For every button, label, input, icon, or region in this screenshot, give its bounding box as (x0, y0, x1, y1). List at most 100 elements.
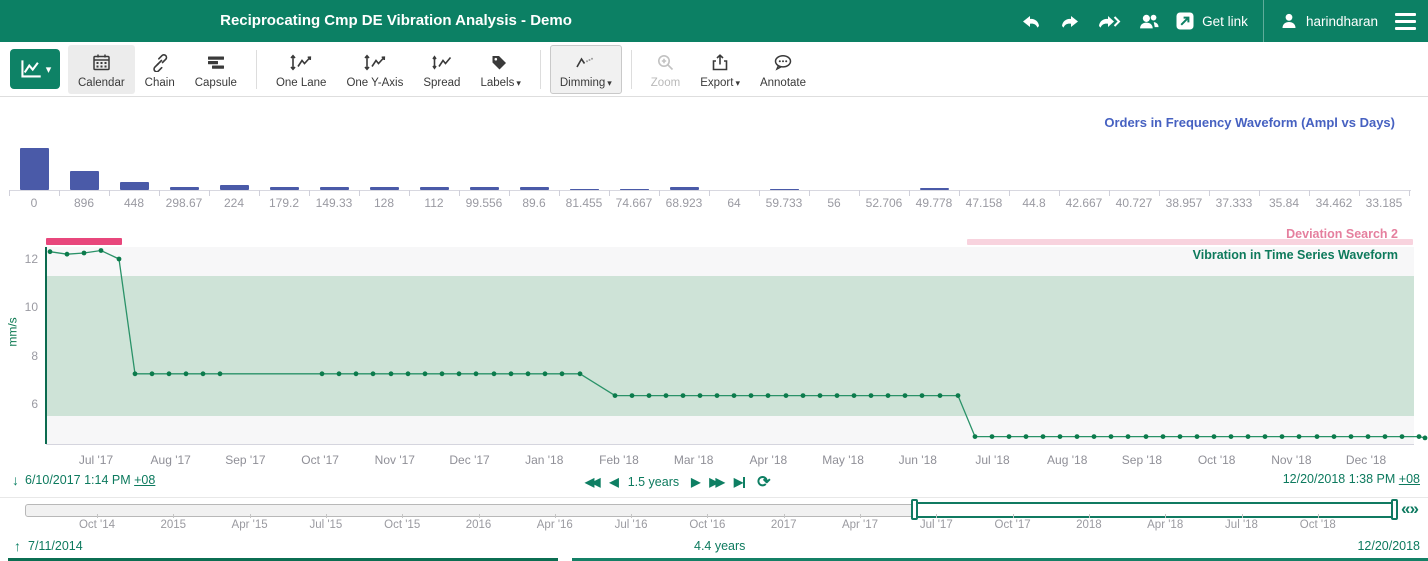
timebar-tick-label: Apr '17 (825, 519, 895, 531)
chain-button[interactable]: Chain (135, 45, 185, 94)
step-back-full-icon[interactable]: ◀◀ (585, 475, 597, 489)
export-button[interactable]: Export▾ (690, 45, 750, 94)
frequency-tick-label: 179.2 (259, 196, 309, 210)
frequency-bar[interactable] (520, 187, 549, 190)
user-menu[interactable]: harindharan (1279, 11, 1378, 31)
timebar-tick-label: Jul '16 (596, 519, 666, 531)
step-to-end-icon[interactable]: ▶ (734, 475, 745, 489)
deviation-capsule[interactable] (967, 239, 1413, 245)
dimming-button[interactable]: Dimming▾ (550, 45, 622, 94)
frequency-bar[interactable] (370, 187, 399, 190)
timebar-tick-label: Oct '18 (1283, 519, 1353, 531)
one-lane-button[interactable]: One Lane (266, 45, 337, 94)
frequency-bar[interactable] (220, 185, 249, 190)
timezone-link[interactable]: +08 (134, 473, 155, 487)
investigate-range-duration: 4.4 years (694, 539, 745, 553)
timebar-tick-label: 2017 (749, 519, 819, 531)
y-tick-label: 6 (0, 397, 38, 411)
one-y-axis-button[interactable]: One Y-Axis (336, 45, 413, 94)
annotate-button[interactable]: Annotate (750, 45, 816, 94)
x-tick-label: Jun '18 (881, 453, 955, 467)
investigate-range-start[interactable]: ↑ 7/11/2014 (14, 538, 83, 554)
selection-right-handle[interactable] (1391, 499, 1398, 520)
selection-left-handle[interactable] (911, 499, 918, 520)
timebar-tick-label: Jul '15 (291, 519, 361, 531)
labels-button[interactable]: Labels▾ (470, 45, 530, 94)
investigate-range-end[interactable]: 12/20/2018 (1357, 539, 1420, 553)
timebar-tick-label: Apr '18 (1130, 519, 1200, 531)
frequency-chart-title: Orders in Frequency Waveform (Ampl vs Da… (1104, 115, 1395, 130)
capsule-button[interactable]: Capsule (185, 45, 247, 94)
users-icon[interactable] (1136, 9, 1160, 33)
step-back-half-icon[interactable]: ◀ (609, 475, 615, 489)
timezone-link[interactable]: +08 (1399, 472, 1420, 486)
frequency-tick-label: 0 (9, 196, 59, 210)
redo-icon[interactable] (1058, 9, 1082, 33)
frequency-bar[interactable] (570, 189, 599, 190)
chevron-down-icon: ▾ (46, 63, 52, 76)
frequency-bar[interactable] (270, 187, 299, 190)
toolbar-divider (631, 50, 632, 89)
speech-bubble-icon (772, 52, 794, 72)
toolbar: ▾ Calendar Chain Capsule (0, 42, 1428, 97)
frequency-bar[interactable] (670, 187, 699, 190)
frequency-tick-label: 52.706 (859, 196, 909, 210)
expand-timebar-icon[interactable]: «» (1401, 499, 1418, 519)
frequency-bar[interactable] (920, 188, 949, 190)
time-series-title[interactable]: Vibration in Time Series Waveform (1193, 248, 1398, 262)
frequency-bar[interactable] (70, 171, 99, 190)
x-tick-label: Apr '18 (731, 453, 805, 467)
x-tick-label: Sep '18 (1105, 453, 1179, 467)
chevron-down-icon: ▾ (516, 78, 521, 89)
frequency-bar[interactable] (620, 189, 649, 190)
step-forward-half-icon[interactable]: ▶ (691, 475, 697, 489)
get-link-button[interactable]: Get link (1175, 11, 1248, 31)
timebar-tick-label: 2015 (138, 519, 208, 531)
deviation-capsule[interactable] (46, 238, 122, 245)
frequency-tick-label: 56 (809, 196, 859, 210)
header-bar: Reciprocating Cmp DE Vibration Analysis … (0, 0, 1428, 42)
frequency-bar[interactable] (470, 187, 499, 190)
down-arrow-icon: ↓ (12, 472, 19, 488)
x-tick-label: Mar '18 (657, 453, 731, 467)
frequency-bar[interactable] (20, 148, 49, 190)
frequency-bar[interactable] (420, 187, 449, 190)
frequency-bar-chart: Orders in Frequency Waveform (Ampl vs Da… (0, 97, 1428, 225)
time-series-section: Deviation Search 2 Vibration in Time Ser… (0, 225, 1428, 497)
display-range-duration[interactable]: 1.5 years (628, 475, 679, 489)
frequency-tick-label: 99.556 (459, 196, 509, 210)
y-axis-unit: mm/s (6, 317, 20, 346)
up-arrow-icon: ↑ (14, 538, 21, 554)
frequency-bar[interactable] (770, 189, 799, 190)
frequency-bar[interactable] (320, 187, 349, 190)
frequency-bar[interactable] (120, 182, 149, 190)
refresh-icon[interactable]: ⟳ (757, 472, 770, 492)
frequency-tick-label: 112 (409, 196, 459, 210)
timebar-tick-label: Apr '15 (215, 519, 285, 531)
toolbar-divider (540, 50, 541, 89)
frequency-bar[interactable] (170, 187, 199, 190)
y-tick-label: 12 (0, 252, 38, 266)
x-tick-label: Jul '18 (956, 453, 1030, 467)
timebar-tick-label: Jul '18 (1207, 519, 1277, 531)
one-lane-icon (289, 52, 313, 72)
timebar-tick-label: Oct '17 (978, 519, 1048, 531)
timebar-tick-label: Oct '16 (672, 519, 742, 531)
forward-all-icon[interactable] (1097, 9, 1121, 33)
timebar-selection[interactable] (915, 502, 1395, 518)
chain-link-icon (150, 52, 169, 72)
zoom-in-icon (656, 52, 675, 72)
x-tick-label: Jul '17 (59, 453, 133, 467)
username: harindharan (1306, 14, 1378, 29)
hamburger-menu-icon[interactable] (1393, 11, 1418, 32)
x-tick-label: Sep '17 (208, 453, 282, 467)
spread-button[interactable]: Spread (413, 45, 470, 94)
display-range-start[interactable]: ↓ 6/10/2017 1:14 PM +08 (12, 472, 155, 488)
display-range-end[interactable]: 12/20/2018 1:38 PM +08 (1283, 472, 1420, 486)
frequency-tick-label: 42.667 (1059, 196, 1109, 210)
calendar-button[interactable]: Calendar (68, 45, 135, 94)
time-series-plot[interactable] (46, 247, 1414, 444)
step-forward-full-icon[interactable]: ▶▶ (709, 475, 721, 489)
undo-icon[interactable] (1019, 9, 1043, 33)
view-selector-button[interactable]: ▾ (10, 49, 60, 89)
